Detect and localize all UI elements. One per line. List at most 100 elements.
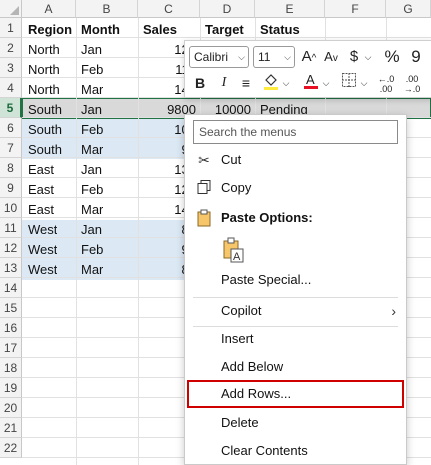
row-header-16[interactable]: 16 [0,318,22,338]
cell-month[interactable]: Jan [81,40,102,60]
percent-style-icon[interactable]: % [383,46,401,68]
cell-month[interactable]: Jan [81,220,102,240]
row-header-4[interactable]: 4 [0,78,22,98]
menu-item-cut[interactable]: ✂ Cut [185,146,406,174]
header-target[interactable]: Target [205,20,244,40]
column-header-d[interactable]: D [200,0,255,18]
cell-region[interactable]: North [28,60,60,80]
cell-month[interactable]: Feb [81,60,103,80]
menu-item-cut-label: Cut [221,152,242,167]
row-header-13[interactable]: 13 [0,258,22,278]
row-header-18[interactable]: 18 [0,358,22,378]
font-color-icon[interactable]: A [301,72,321,94]
svg-text:A: A [306,72,315,87]
currency-dropdown-chevron-icon[interactable]: ⌵ [363,46,373,68]
menu-item-add-below[interactable]: Add Below [185,353,406,381]
copy-icon [195,179,213,197]
row-header-12[interactable]: 12 [0,238,22,258]
row-header-2[interactable]: 2 [0,38,22,58]
cell-month[interactable]: Jan [81,100,102,120]
row-header-3[interactable]: 3 [0,58,22,78]
increase-font-size-icon[interactable]: A^ [299,46,319,68]
row-header-14[interactable]: 14 [0,278,22,298]
align-center-icon[interactable]: ≡ [237,72,255,94]
fill-color-icon[interactable] [261,72,281,94]
menu-item-copy[interactable]: Copy [185,174,406,202]
chevron-down-icon: ⌵ [284,52,291,62]
cell-month[interactable]: Jan [81,160,102,180]
column-header-a[interactable]: A [22,0,76,18]
header-status[interactable]: Status [260,20,300,40]
row-header-17[interactable]: 17 [0,338,22,358]
font-size-dropdown[interactable]: 11 ⌵ [253,46,295,68]
menu-item-delete[interactable]: Delete [185,409,406,437]
menu-item-add-rows[interactable]: Add Rows... [187,380,404,408]
header-region[interactable]: Region [28,20,72,40]
row-header-5[interactable]: 5 [0,98,22,118]
cell-month[interactable]: Feb [81,120,103,140]
row-header-11[interactable]: 11 [0,218,22,238]
column-header-f[interactable]: F [325,0,386,18]
cell-region[interactable]: North [28,40,60,60]
bold-icon[interactable]: B [191,72,209,94]
column-header-b[interactable]: B [76,0,138,18]
fill-color-dropdown-icon[interactable]: ⌵ [281,72,291,94]
cell-region[interactable]: South [28,120,62,140]
row-header-1[interactable]: 1 [0,18,22,38]
header-month[interactable]: Month [81,20,120,40]
row-header-9[interactable]: 9 [0,178,22,198]
select-all-corner[interactable] [0,0,22,18]
cell-region[interactable]: West [28,260,57,280]
menu-item-clear-contents[interactable]: Clear Contents [185,437,406,465]
column-header-e[interactable]: E [255,0,325,18]
italic-icon[interactable]: I [215,72,233,94]
font-color-dropdown-icon[interactable]: ⌵ [321,72,331,94]
row-header-20[interactable]: 20 [0,398,22,418]
row-header-7[interactable]: 7 [0,138,22,158]
cell-region[interactable]: East [28,160,54,180]
menu-item-add-rows-label: Add Rows... [221,386,292,401]
cell-region[interactable]: West [28,240,57,260]
cell-month[interactable]: Mar [81,200,103,220]
font-name-dropdown[interactable]: Calibri ⌵ [189,46,249,68]
increase-decimal-icon[interactable]: ←.0.00 [375,72,397,96]
borders-dropdown-icon[interactable]: ⌵ [359,72,369,94]
currency-format-icon[interactable]: $ [345,46,363,68]
cell-region[interactable]: North [28,80,60,100]
cell-region[interactable]: East [28,200,54,220]
row-header-10[interactable]: 10 [0,198,22,218]
menu-item-insert-label: Insert [221,331,254,346]
cell-month[interactable]: Feb [81,240,103,260]
menu-item-insert[interactable]: Insert [185,325,406,353]
column-header-g[interactable]: G [386,0,431,18]
cell-region[interactable]: South [28,100,62,120]
row-header-19[interactable]: 19 [0,378,22,398]
paste-options-label: Paste Options: [221,210,313,225]
paste-keep-text-icon: A [221,237,245,263]
menu-item-delete-label: Delete [221,415,259,430]
row-header-6[interactable]: 6 [0,118,22,138]
svg-text:A: A [233,251,241,263]
cell-region[interactable]: West [28,220,57,240]
row-header-8[interactable]: 8 [0,158,22,178]
borders-icon[interactable] [339,72,359,94]
header-sales[interactable]: Sales [143,20,177,40]
cell-month[interactable]: Feb [81,180,103,200]
column-header-c[interactable]: C [138,0,200,18]
cell-month[interactable]: Mar [81,80,103,100]
menu-item-copilot-label: Copilot [221,303,262,318]
cell-region[interactable]: East [28,180,54,200]
search-menus-input[interactable]: Search the menus [193,120,398,144]
row-header-15[interactable]: 15 [0,298,22,318]
row-header-21[interactable]: 21 [0,418,22,438]
cell-region[interactable]: South [28,140,62,160]
decrease-decimal-icon[interactable]: .00 →.0 [401,72,423,96]
cell-month[interactable]: Mar [81,260,103,280]
row-header-22[interactable]: 22 [0,438,22,458]
cell-month[interactable]: Mar [81,140,103,160]
paste-keep-text-button[interactable]: A [219,233,249,265]
comma-style-icon[interactable]: 9 [407,46,425,68]
decrease-font-size-icon[interactable]: Av [321,46,341,68]
menu-item-paste-special[interactable]: Paste Special... [185,266,406,294]
menu-item-copilot[interactable]: Copilot › [185,297,406,325]
